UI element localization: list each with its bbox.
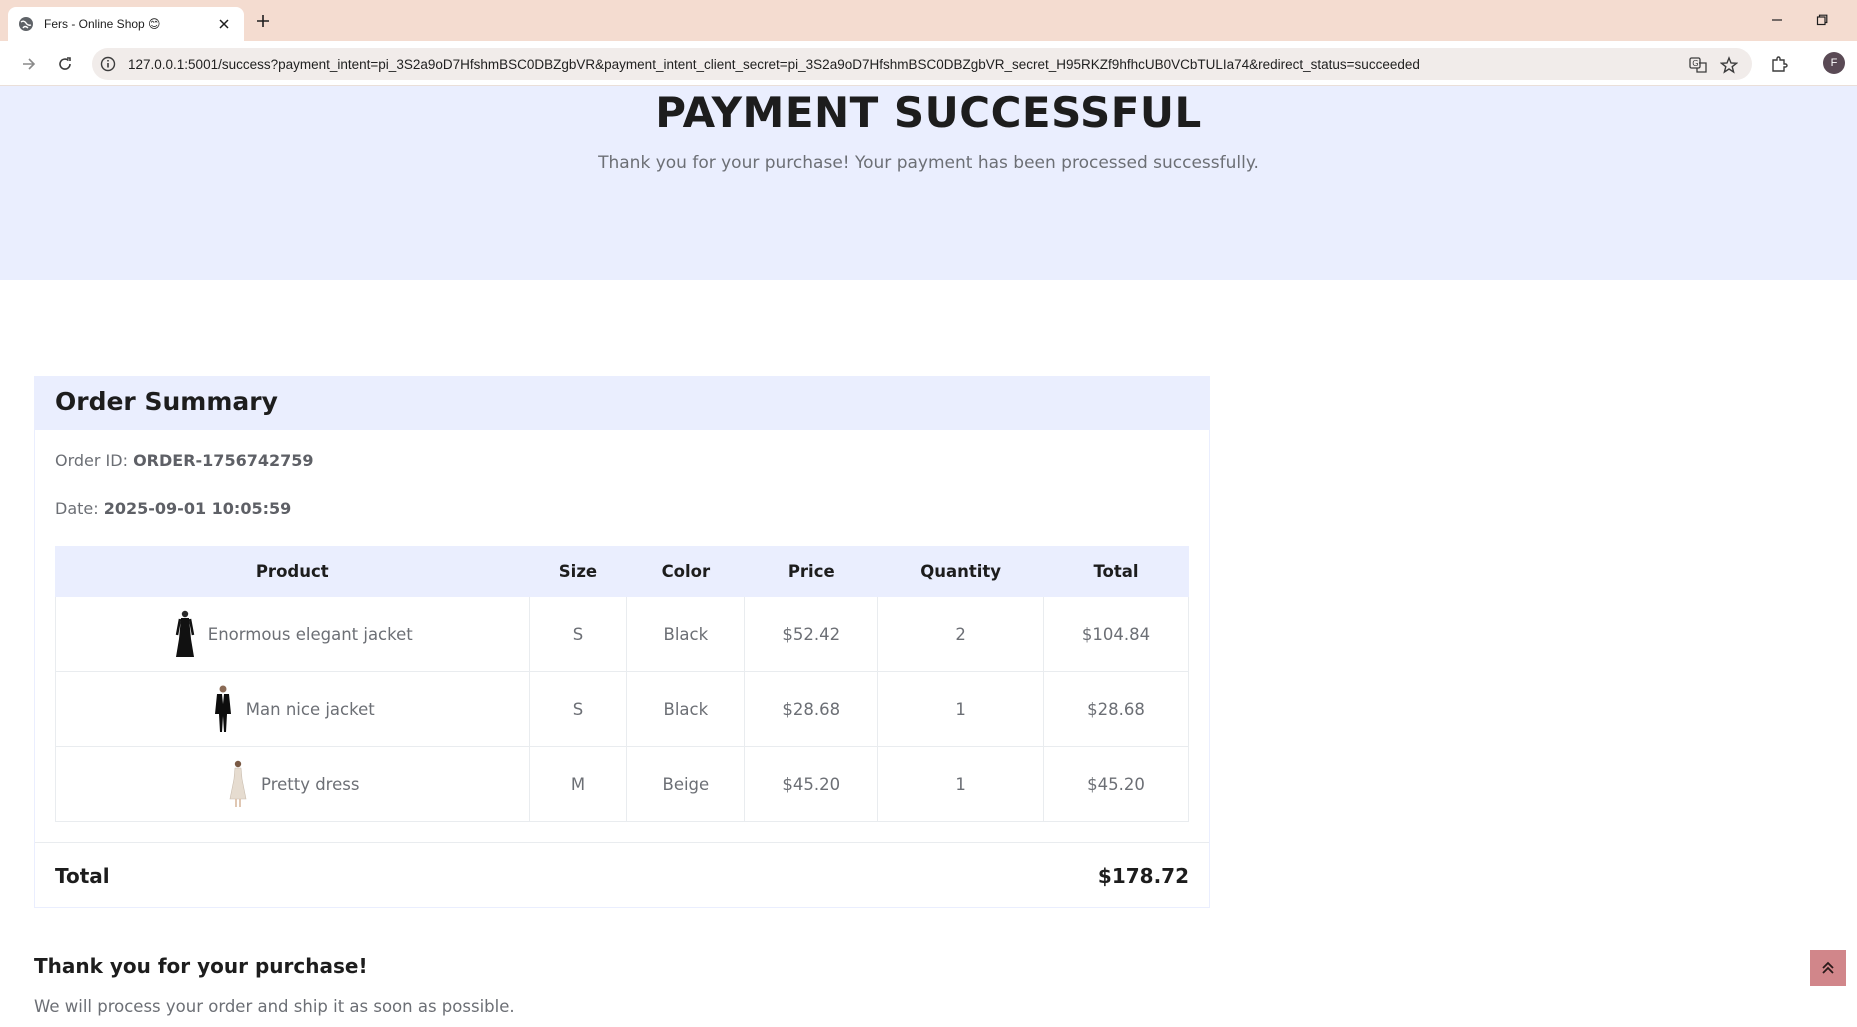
reload-icon[interactable] [52, 51, 78, 77]
size-cell: S [528, 596, 628, 672]
page-subtitle: Thank you for your purchase! Your paymen… [598, 153, 1259, 173]
product-thumbnail [175, 610, 195, 657]
product-cell: Man nice jacket [55, 671, 530, 747]
price-cell: $28.68 [744, 671, 879, 747]
total-cell: $28.68 [1043, 671, 1189, 747]
order-id-label: Order ID: [55, 451, 128, 470]
order-total-label: Total [55, 863, 110, 888]
order-date-value: 2025-09-01 10:05:59 [103, 499, 292, 518]
total-cell: $104.84 [1043, 596, 1189, 672]
price-cell: $45.20 [744, 746, 879, 822]
order-summary-card: Order Summary Order ID: ORDER-1756742759… [34, 376, 1210, 908]
order-summary-title: Order Summary [55, 387, 278, 416]
size-cell: M [528, 746, 628, 822]
bookmark-star-icon[interactable] [1719, 55, 1739, 75]
tab-title: Fers - Online Shop 😊 [44, 17, 161, 31]
column-header-price: Price [744, 546, 879, 597]
total-cell: $45.20 [1043, 746, 1189, 822]
quantity-cell: 1 [877, 671, 1045, 747]
table-header-row: Product Size Color Price Quantity Total [55, 546, 1189, 597]
url-text[interactable]: 127.0.0.1:5001/success?payment_intent=pi… [128, 57, 1420, 72]
order-summary-header: Order Summary [35, 377, 1209, 430]
extensions-icon[interactable] [1768, 53, 1790, 75]
back-to-top-button[interactable] [1810, 950, 1846, 986]
translate-icon[interactable]: G [1688, 55, 1708, 75]
order-date-label: Date: [55, 499, 99, 518]
table-row: Pretty dress M Beige $45.20 1 $45.20 [55, 746, 1189, 822]
address-bar[interactable]: 127.0.0.1:5001/success?payment_intent=pi… [92, 48, 1752, 80]
color-cell: Black [626, 596, 746, 672]
forward-icon[interactable] [16, 51, 42, 77]
price-cell: $52.42 [744, 596, 879, 672]
color-cell: Black [626, 671, 746, 747]
svg-text:G: G [1692, 59, 1698, 68]
order-total-value: $178.72 [1097, 863, 1189, 888]
browser-toolbar: 127.0.0.1:5001/success?payment_intent=pi… [0, 41, 1857, 86]
size-cell: S [528, 671, 628, 747]
shipping-note: We will process your order and ship it a… [34, 997, 515, 1016]
order-id-value: ORDER-1756742759 [133, 451, 314, 470]
column-header-total: Total [1043, 546, 1189, 597]
product-name: Man nice jacket [245, 699, 375, 719]
site-info-icon[interactable] [100, 56, 116, 72]
quantity-cell: 2 [877, 596, 1045, 672]
product-cell: Enormous elegant jacket [55, 596, 530, 672]
profile-avatar[interactable]: F [1823, 52, 1845, 74]
table-row: Enormous elegant jacket S Black $52.42 2… [55, 596, 1189, 672]
thank-you-heading: Thank you for your purchase! [34, 954, 368, 978]
product-thumbnail [229, 760, 247, 807]
new-tab-icon[interactable] [252, 10, 274, 32]
page-title: PAYMENT SUCCESSFUL [655, 88, 1202, 137]
order-date: Date: 2025-09-01 10:05:59 [55, 499, 291, 518]
product-name: Pretty dress [261, 774, 360, 794]
column-header-color: Color [626, 546, 746, 597]
double-chevron-up-icon [1822, 961, 1834, 974]
product-thumbnail [214, 685, 231, 732]
order-items-table: Product Size Color Price Quantity Total [55, 546, 1189, 822]
color-cell: Beige [626, 746, 746, 822]
column-header-product: Product [55, 546, 530, 597]
globe-icon [19, 17, 33, 31]
product-name: Enormous elegant jacket [207, 624, 413, 644]
restore-icon[interactable] [1808, 8, 1836, 32]
order-id: Order ID: ORDER-1756742759 [55, 451, 314, 470]
browser-tab-strip: Fers - Online Shop 😊 [0, 0, 1857, 41]
success-banner: PAYMENT SUCCESSFUL Thank you for your pu… [0, 86, 1857, 280]
minimize-icon[interactable] [1763, 8, 1791, 32]
order-total-row: Total $178.72 [35, 842, 1209, 908]
column-header-size: Size [528, 546, 628, 597]
product-cell: Pretty dress [55, 746, 530, 822]
quantity-cell: 1 [877, 746, 1045, 822]
table-row: Man nice jacket S Black $28.68 1 $28.68 [55, 671, 1189, 747]
close-tab-icon[interactable] [214, 14, 234, 34]
column-header-quantity: Quantity [877, 546, 1045, 597]
browser-tab[interactable]: Fers - Online Shop 😊 [8, 7, 244, 41]
